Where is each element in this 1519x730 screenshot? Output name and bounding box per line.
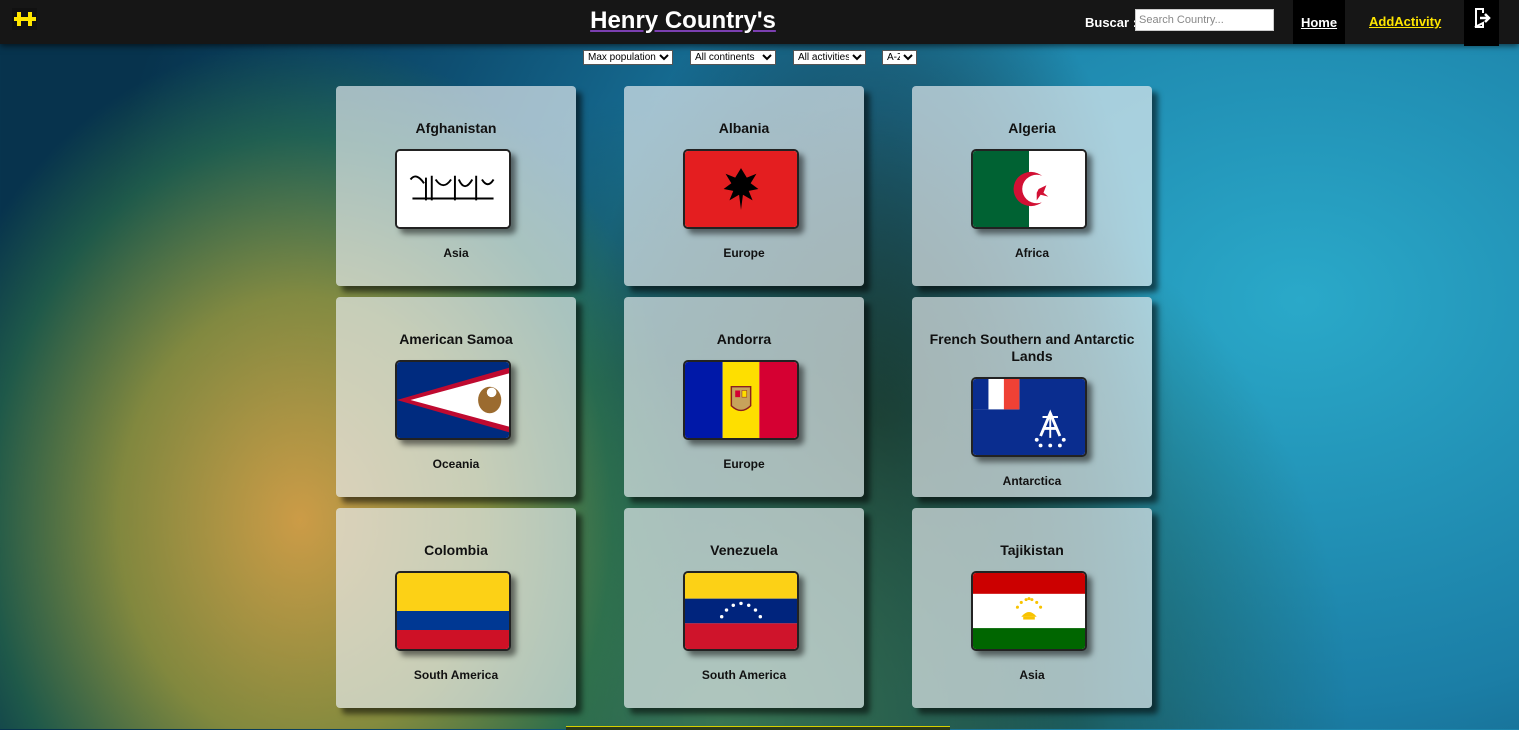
afghanistan-flag: [395, 149, 511, 229]
country-name: Afghanistan: [415, 120, 497, 136]
population-sort-select[interactable]: Max population: [583, 50, 673, 65]
alpha-sort-select[interactable]: A-Z: [882, 50, 917, 65]
country-continent: Europe: [723, 457, 765, 471]
algeria-flag: [971, 149, 1087, 229]
country-continent: Asia: [1019, 668, 1045, 682]
country-card[interactable]: Andorra Europe: [624, 297, 864, 497]
country-card[interactable]: American Samoa Oceania: [336, 297, 576, 497]
country-name: French Southern and Antarctic Lands: [929, 331, 1135, 364]
country-card[interactable]: Colombia South America: [336, 508, 576, 708]
country-name: Colombia: [424, 542, 488, 558]
home-link[interactable]: Home: [1293, 0, 1345, 44]
activity-filter-select[interactable]: All activities: [793, 50, 866, 65]
search-input[interactable]: [1135, 9, 1274, 31]
country-continent: South America: [413, 668, 499, 682]
country-card[interactable]: Venezuela South America: [624, 508, 864, 708]
country-name: American Samoa: [399, 331, 513, 347]
french-southern-lands-flag: [971, 377, 1087, 457]
country-card[interactable]: Afghanistan Asia: [336, 86, 576, 286]
country-continent: Europe: [723, 246, 765, 260]
filter-bar: Max population All continents All activi…: [0, 50, 1519, 66]
country-continent: Oceania: [432, 457, 480, 471]
albania-flag: [683, 149, 799, 229]
country-name: Algeria: [1008, 120, 1056, 136]
country-card[interactable]: Albania Europe: [624, 86, 864, 286]
add-activity-link[interactable]: AddActivity: [1369, 14, 1441, 29]
bottom-bar: [566, 726, 950, 730]
country-name: Andorra: [716, 331, 772, 347]
venezuela-flag: [683, 571, 799, 651]
country-name: Tajikistan: [1000, 542, 1064, 558]
continent-filter-select[interactable]: All continents: [690, 50, 776, 65]
colombia-flag: [395, 571, 511, 651]
country-continent: South America: [701, 668, 787, 682]
country-card[interactable]: Algeria Africa: [912, 86, 1152, 286]
country-continent: Asia: [443, 246, 469, 260]
country-card[interactable]: French Southern and Antarctic Lands Anta…: [912, 297, 1152, 497]
country-name: Albania: [718, 120, 770, 136]
logout-icon: [1474, 8, 1491, 28]
tajikistan-flag: [971, 571, 1087, 651]
navbar: Henry Country's Buscar : Home AddActivit…: [0, 0, 1519, 46]
country-card[interactable]: Tajikistan Asia: [912, 508, 1152, 708]
country-continent: Antarctica: [1002, 474, 1062, 488]
country-name: Venezuela: [710, 542, 778, 558]
andorra-flag: [683, 360, 799, 440]
search-label: Buscar :: [1085, 15, 1138, 30]
american-samoa-flag: [395, 360, 511, 440]
logout-button[interactable]: [1464, 0, 1499, 46]
country-continent: Africa: [1014, 246, 1049, 260]
